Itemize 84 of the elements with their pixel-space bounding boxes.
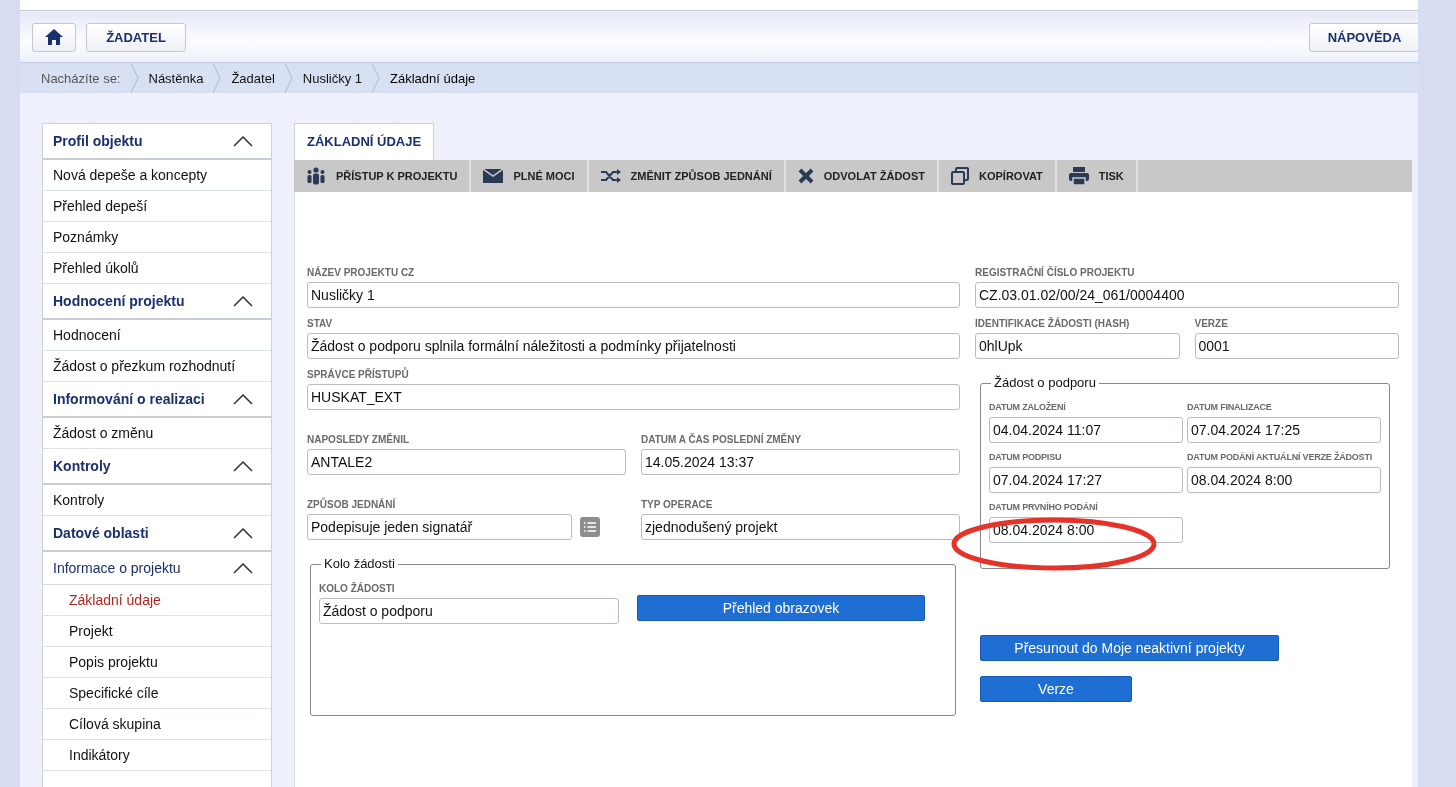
breadcrumb-link[interactable]: Nusličky 1 [302, 70, 363, 86]
sidebar-item[interactable]: Žádost o změnu [43, 418, 271, 449]
tab[interactable]: ZÁKLADNÍ ÚDAJE [294, 123, 435, 160]
input-field[interactable]: HUSKAT_EXT [307, 384, 960, 410]
input-field[interactable]: 0hlUpk [975, 333, 1180, 359]
chevron-icon [233, 295, 253, 307]
group-legend: Žádost o podporu [991, 375, 1099, 390]
help-button[interactable]: NÁPOVĚDA [1309, 22, 1418, 52]
field-label: DATUM A ČAS POSLEDNÍ ZMĚNY [641, 434, 803, 447]
chevron-icon [372, 63, 381, 93]
copy-icon [951, 167, 969, 185]
breadcrumb-link[interactable]: Základní údaje [390, 70, 476, 86]
field-label: DATUM ZALOŽENÍ [989, 402, 1067, 414]
sidebar-section-header[interactable]: Hodnocení projektu [43, 284, 271, 320]
input-field[interactable]: Nusličky 1 [307, 282, 960, 308]
field-label: DATUM FINALIZACE [1187, 402, 1273, 414]
applicant-button[interactable]: ŽADATEL [86, 22, 186, 52]
sidebar-item[interactable]: Popis projektu [43, 647, 271, 678]
sidebar-section-header[interactable]: Datové oblasti [43, 516, 271, 552]
sidebar-section-header[interactable]: Kontroly [43, 449, 271, 485]
sidebar-item[interactable]: Specifické cíle [43, 678, 271, 709]
input-field[interactable]: 07.04.2024 17:27 [989, 467, 1183, 493]
field-label: TYP OPERACE [641, 499, 714, 512]
sidebar-section-header[interactable]: Profil objektu [43, 124, 271, 160]
list-icon [583, 521, 597, 533]
input-field[interactable]: 04.04.2024 11:07 [989, 417, 1183, 443]
sidebar-section-header[interactable]: Informování o realizaci [43, 382, 271, 418]
sidebar-item[interactable]: Nová depeše a koncepty [43, 160, 271, 191]
field-label: NAPOSLEDY ZMĚNIL [307, 434, 411, 447]
close-icon [797, 168, 814, 184]
input-field[interactable]: 07.04.2024 17:25 [1187, 417, 1381, 443]
field-label: SPRÁVCE PŘÍSTUPŮ [307, 369, 410, 382]
input-field[interactable]: ANTALE2 [307, 449, 626, 475]
field-label: KOLO ŽÁDOSTI [319, 583, 396, 596]
chevron-icon [284, 63, 293, 93]
field-label: DATUM PODÁNÍ AKTUÁLNÍ VERZE ŽÁDOSTI [1187, 452, 1373, 464]
input-field[interactable]: 14.05.2024 13:37 [641, 449, 960, 475]
sidebar-item[interactable]: Hodnocení [43, 320, 271, 351]
input-field[interactable]: 0001 [1194, 333, 1399, 359]
field-label: STAV [307, 318, 334, 331]
sidebar-item[interactable]: Žádost o přezkum rozhodnutí [43, 351, 271, 382]
people-icon [306, 167, 326, 185]
screens-button[interactable]: Přehled obrazovek [637, 595, 925, 621]
list-button[interactable] [580, 517, 600, 537]
chevron-icon [213, 63, 222, 93]
sidebar-item[interactable]: Projekt [43, 616, 271, 647]
input-field[interactable]: zjednodušený projekt [641, 514, 960, 540]
chevron-icon [233, 562, 253, 574]
envelope-icon [483, 169, 504, 183]
input-field[interactable]: 08.04.2024 8:00 [1187, 467, 1381, 493]
action-button[interactable]: Verze [980, 676, 1132, 702]
sidebar-item[interactable]: Cílová skupina [43, 709, 271, 740]
field-label: DATUM PRVNÍHO PODÁNÍ [989, 502, 1099, 514]
sidebar-item[interactable]: Indikátory [43, 740, 271, 771]
breadcrumb-link[interactable]: Nástěnka [148, 70, 204, 86]
chevron-icon [233, 393, 253, 405]
sidebar-subsection-header[interactable]: Informace o projektu [43, 552, 271, 585]
sidebar-item[interactable]: Poznámky [43, 222, 271, 253]
shuffle-icon [600, 169, 621, 183]
chevron-icon [233, 460, 253, 472]
sidebar-item[interactable]: Přehled depeší [43, 191, 271, 222]
field-label: ZPŮSOB JEDNÁNÍ [307, 499, 397, 512]
sidebar-item[interactable]: Základní údaje [43, 585, 271, 616]
input-field[interactable]: Žádost o podporu [319, 598, 619, 624]
printer-icon [1068, 167, 1089, 185]
field-label: NÁZEV PROJEKTU CZ [307, 267, 416, 280]
field-label: DATUM PODPISU [989, 452, 1063, 464]
input-field[interactable]: Podepisuje jeden signatář [307, 514, 572, 540]
chevron-icon [130, 63, 139, 93]
field-label: IDENTIFIKACE ŽÁDOSTI (HASH) [975, 318, 1131, 331]
home-icon [45, 29, 63, 45]
group-legend: Kolo žádosti [321, 556, 398, 571]
chevron-icon [233, 527, 253, 539]
input-field[interactable]: CZ.03.01.02/00/24_061/0004400 [975, 282, 1399, 308]
breadcrumb-label: Nacházíte se: [41, 70, 121, 86]
input-field[interactable]: Žádost o podporu splnila formální náležitosti a podmínky přijatelnosti [307, 333, 960, 359]
breadcrumb-link[interactable]: Žadatel [231, 70, 275, 86]
field-label: REGISTRAČNÍ ČÍSLO PROJEKTU [975, 267, 1136, 280]
field-label: VERZE [1194, 318, 1229, 331]
home-button[interactable] [32, 22, 76, 52]
action-button[interactable]: Přesunout do Moje neaktivní projekty [980, 635, 1279, 661]
chevron-icon [233, 135, 253, 147]
sidebar-item[interactable]: Kontroly [43, 485, 271, 516]
sidebar-item[interactable]: Přehled úkolů [43, 253, 271, 284]
